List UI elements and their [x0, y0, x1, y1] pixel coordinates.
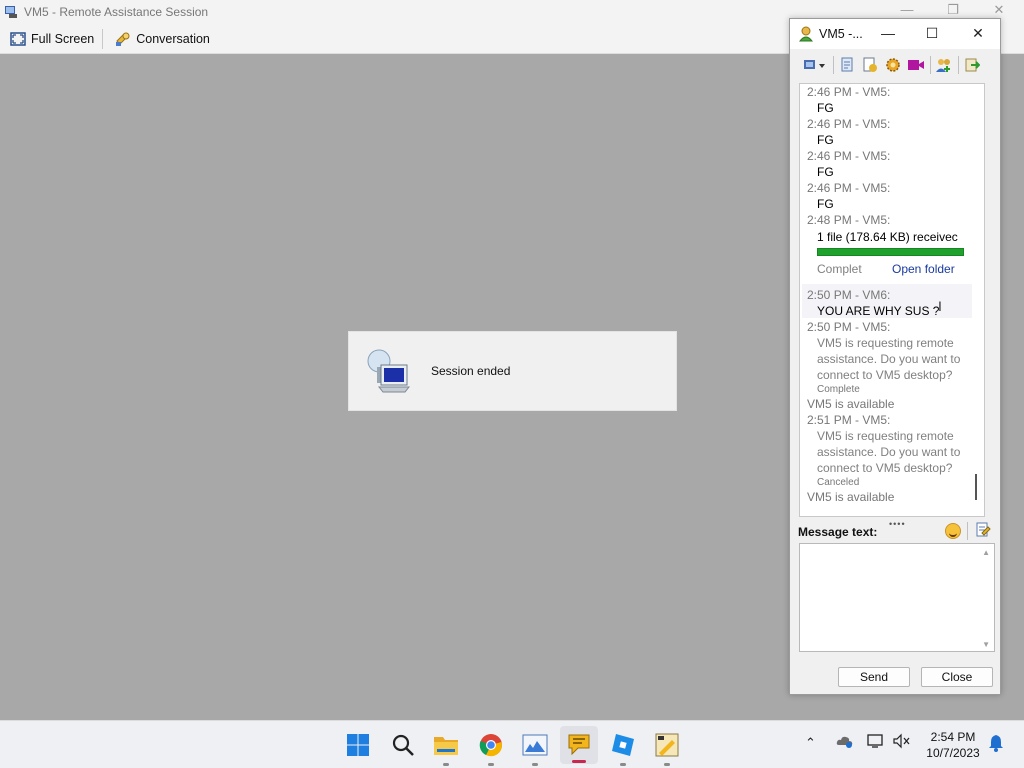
conversation-icon: [116, 32, 130, 46]
clock-time: 2:54 PM: [930, 730, 976, 744]
request-text-line: connect to VM5 desktop?: [817, 368, 953, 382]
file-explorer-icon[interactable]: [432, 731, 460, 766]
display-settings-icon[interactable]: [802, 56, 828, 74]
request-text-line: assistance. Do you want to: [817, 445, 961, 459]
remote-computer-icon: [367, 349, 411, 393]
file-transfer-status: Complet: [817, 262, 862, 276]
toolbar-divider: [833, 56, 834, 74]
session-status-text: Session ended: [431, 364, 511, 378]
video-camera-icon[interactable]: [907, 56, 925, 74]
network-icon[interactable]: [867, 733, 885, 752]
message-text: FG: [817, 133, 834, 147]
message-input-box: ▲ ▼: [799, 543, 995, 652]
text-cursor-icon: I: [938, 298, 942, 314]
roblox-icon[interactable]: [609, 731, 637, 766]
chat-minimize-icon[interactable]: —: [878, 25, 898, 41]
message-timestamp: 2:46 PM - VM5:: [807, 149, 891, 163]
toolbar-divider: [967, 522, 968, 540]
onedrive-icon[interactable]: [836, 733, 854, 752]
scroll-up-icon[interactable]: ▲: [982, 548, 990, 557]
file-info-icon[interactable]: [861, 56, 879, 74]
chat-title-bar: VM5 -... — ☐ ✕: [790, 19, 1000, 49]
message-text-label: Message text:: [798, 525, 878, 539]
emoji-icon[interactable]: [945, 523, 961, 539]
close-button[interactable]: Close: [921, 667, 993, 687]
request-text-line: VM5 is requesting remote: [817, 429, 954, 443]
full-screen-icon: [10, 31, 26, 46]
message-timestamp: 2:50 PM - VM5:: [807, 320, 891, 334]
message-input[interactable]: [800, 544, 980, 651]
resize-grip[interactable]: ••••: [889, 519, 906, 529]
photos-icon[interactable]: [521, 731, 549, 766]
file-transfer-text: 1 file (178.64 KB) receivec: [817, 230, 958, 244]
message-text: FG: [817, 197, 834, 211]
volume-muted-icon[interactable]: [893, 733, 911, 752]
conversation-label: Conversation: [136, 31, 210, 46]
message-timestamp: 2:51 PM - VM5:: [807, 413, 891, 427]
clock-date: 10/7/2023: [926, 746, 980, 760]
running-indicator: [443, 763, 449, 766]
history-scrollbar[interactable]: [972, 84, 984, 516]
request-text-line: connect to VM5 desktop?: [817, 461, 953, 475]
chat-window: VM5 -... — ☐ ✕ 2:46 PM - VM5: FG 2:46 PM…: [789, 18, 1001, 695]
message-text: FG: [817, 101, 834, 115]
open-folder-link[interactable]: Open folder: [892, 261, 955, 277]
remote-assistance-icon: [5, 6, 17, 18]
running-indicator: [488, 763, 494, 766]
availability-text: VM5 is available: [807, 397, 895, 411]
full-screen-button[interactable]: Full Screen: [0, 27, 100, 51]
send-file-icon[interactable]: [838, 56, 856, 74]
toolbar-divider: [930, 56, 931, 74]
scroll-down-icon[interactable]: ▼: [982, 640, 990, 649]
paint-icon[interactable]: [653, 731, 681, 766]
full-screen-label: Full Screen: [31, 31, 95, 46]
availability-text: VM5 is available: [807, 490, 895, 504]
session-ended-dialog: Session ended: [348, 331, 677, 411]
add-contact-icon[interactable]: [935, 56, 953, 74]
exit-icon[interactable]: [963, 56, 981, 74]
toolbar-divider: [102, 28, 104, 49]
chat-title: VM5 -...: [819, 27, 863, 41]
active-indicator: [572, 760, 586, 763]
message-timestamp: 2:50 PM - VM6:: [807, 288, 891, 302]
chat-toolbar: [790, 49, 1000, 81]
running-indicator: [620, 763, 626, 766]
message-timestamp: 2:48 PM - VM5:: [807, 213, 891, 227]
chevron-up-icon[interactable]: ⌃: [805, 735, 816, 751]
message-timestamp: 2:46 PM - VM5:: [807, 117, 891, 131]
message-timestamp: 2:46 PM - VM5:: [807, 85, 891, 99]
chat-icon[interactable]: [560, 726, 598, 764]
chat-maximize-icon[interactable]: ☐: [922, 25, 942, 42]
request-text-line: assistance. Do you want to: [817, 352, 961, 366]
format-text-icon[interactable]: [975, 522, 991, 538]
toolbar-divider: [958, 56, 959, 74]
chat-close-icon[interactable]: ✕: [968, 25, 988, 42]
search-icon[interactable]: [389, 731, 417, 759]
file-transfer-progress: [817, 248, 964, 256]
message-text: YOU ARE WHY SUS ?: [817, 304, 940, 318]
settings-gear-icon[interactable]: [884, 56, 902, 74]
user-icon: [799, 26, 813, 42]
send-button[interactable]: Send: [838, 667, 910, 687]
chrome-icon[interactable]: [477, 731, 505, 766]
request-text-line: VM5 is requesting remote: [817, 336, 954, 350]
message-timestamp: 2:46 PM - VM5:: [807, 181, 891, 195]
chat-history[interactable]: 2:46 PM - VM5: FG 2:46 PM - VM5: FG 2:46…: [799, 83, 985, 517]
window-title: VM5 - Remote Assistance Session: [24, 5, 209, 19]
conversation-button[interactable]: Conversation: [105, 27, 216, 51]
taskbar: ⌃ 2:54 PM 10/7/2023: [0, 720, 1024, 768]
message-text: FG: [817, 165, 834, 179]
clock[interactable]: 2:54 PM 10/7/2023: [922, 729, 984, 761]
notification-bell-icon[interactable]: [988, 734, 1004, 755]
running-indicator: [532, 763, 538, 766]
input-scrollbar[interactable]: [978, 544, 994, 651]
windows-start-icon[interactable]: [344, 731, 372, 759]
running-indicator: [664, 763, 670, 766]
scrollbar-thumb[interactable]: [975, 474, 977, 500]
